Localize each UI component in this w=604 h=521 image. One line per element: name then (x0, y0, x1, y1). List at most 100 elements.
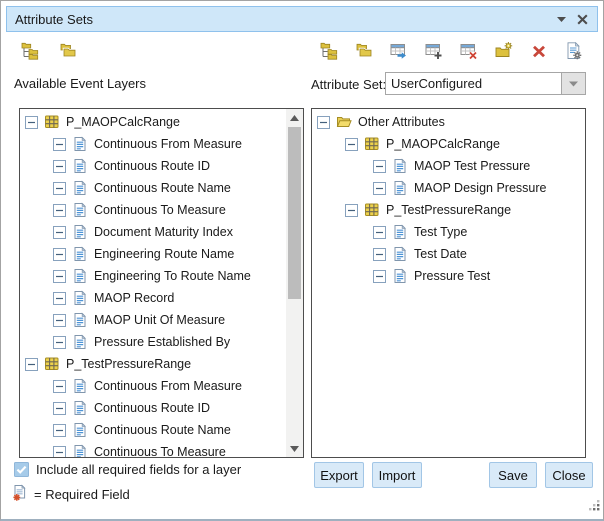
collapse-toggle-icon[interactable] (53, 402, 66, 415)
collapse-toggle-icon[interactable] (53, 446, 66, 459)
collapse-toggle-icon[interactable] (53, 226, 66, 239)
tree-item[interactable]: Pressure Test (312, 265, 585, 287)
event-layer-icon (44, 114, 60, 130)
combo-dropdown-icon[interactable] (561, 73, 585, 94)
export-button[interactable]: Export (314, 462, 364, 488)
layer-tree-button[interactable] (317, 41, 341, 65)
tree-item[interactable]: Other Attributes (312, 111, 585, 133)
table-add-icon (425, 42, 443, 65)
collapse-toggle-icon[interactable] (345, 204, 358, 217)
collapse-toggle-icon[interactable] (317, 116, 330, 129)
collapse-toggle-icon[interactable] (373, 160, 386, 173)
collapse-toggle-icon[interactable] (53, 204, 66, 217)
titlebar-controls (557, 14, 588, 25)
tree-item[interactable]: Continuous From Measure (20, 375, 303, 397)
close-icon[interactable] (577, 14, 588, 25)
left-panel-scrollbar[interactable] (286, 109, 303, 457)
available-layers-tree: P_MAOPCalcRangeContinuous From MeasureCo… (20, 109, 303, 458)
tree-item[interactable]: Continuous Route Name (20, 177, 303, 199)
titlebar[interactable]: Attribute Sets (6, 6, 598, 32)
field-icon (392, 224, 408, 240)
collapse-toggle-icon[interactable] (53, 138, 66, 151)
table-export-button[interactable] (387, 41, 411, 65)
layer-tree-button[interactable] (18, 41, 42, 65)
tree-item[interactable]: Pressure Established By (20, 331, 303, 353)
report-options-button[interactable] (562, 41, 586, 65)
tree-item[interactable]: Engineering To Route Name (20, 265, 303, 287)
tree-item-label: Engineering To Route Name (94, 269, 251, 283)
tree-item-label: Continuous From Measure (94, 137, 242, 151)
scroll-up-icon[interactable] (286, 110, 303, 125)
tree-item[interactable]: Continuous To Measure (20, 199, 303, 221)
tree-item[interactable]: Continuous To Measure (20, 441, 303, 458)
scrollbar-thumb[interactable] (288, 127, 301, 299)
table-add-button[interactable] (422, 41, 446, 65)
dock-menu-icon[interactable] (557, 17, 566, 22)
tree-item-label: Other Attributes (358, 115, 445, 129)
tree-item-label: P_MAOPCalcRange (386, 137, 500, 151)
resize-grip-icon[interactable] (588, 499, 601, 517)
collapse-toggle-icon[interactable] (53, 292, 66, 305)
tree-item[interactable]: MAOP Design Pressure (312, 177, 585, 199)
tree-item[interactable]: Test Type (312, 221, 585, 243)
tree-item[interactable]: MAOP Test Pressure (312, 155, 585, 177)
tree-item[interactable]: Continuous Route ID (20, 155, 303, 177)
folders-icon (59, 42, 77, 65)
tree-item-label: MAOP Test Pressure (414, 159, 530, 173)
collapse-toggle-icon[interactable] (53, 336, 66, 349)
attribute-set-combobox[interactable]: UserConfigured (385, 72, 586, 95)
field-icon (72, 334, 88, 350)
collapse-toggle-icon[interactable] (53, 314, 66, 327)
field-icon (392, 158, 408, 174)
tree-item[interactable]: Continuous Route Name (20, 419, 303, 441)
toolbar (14, 40, 586, 66)
tree-item-label: Pressure Test (414, 269, 490, 283)
tree-item[interactable]: P_MAOPCalcRange (312, 133, 585, 155)
collapse-toggle-icon[interactable] (373, 182, 386, 195)
delete-x-icon (530, 42, 548, 65)
collapse-toggle-icon[interactable] (53, 160, 66, 173)
field-icon (72, 312, 88, 328)
collapse-toggle-icon[interactable] (53, 380, 66, 393)
collapse-toggle-icon[interactable] (53, 424, 66, 437)
delete-button[interactable] (527, 41, 551, 65)
legend-label: = Required Field (34, 487, 130, 502)
tree-item-label: P_MAOPCalcRange (66, 115, 180, 129)
collapse-toggle-icon[interactable] (373, 248, 386, 261)
collapse-toggle-icon[interactable] (53, 270, 66, 283)
include-required-checkbox[interactable] (14, 462, 29, 477)
collapse-toggle-icon[interactable] (53, 248, 66, 261)
tree-item-label: MAOP Design Pressure (414, 181, 546, 195)
folders-button[interactable] (352, 41, 376, 65)
collapse-toggle-icon[interactable] (373, 226, 386, 239)
close-button[interactable]: Close (545, 462, 593, 488)
field-icon (72, 180, 88, 196)
tree-item[interactable]: MAOP Unit Of Measure (20, 309, 303, 331)
collapse-toggle-icon[interactable] (53, 182, 66, 195)
collapse-toggle-icon[interactable] (25, 358, 38, 371)
collapse-toggle-icon[interactable] (25, 116, 38, 129)
attribute-set-tree: Other Attributes P_MAOPCalcRange MAOP Test… (312, 109, 585, 287)
tree-item-label: MAOP Unit Of Measure (94, 313, 225, 327)
tree-item[interactable]: Document Maturity Index (20, 221, 303, 243)
scroll-down-icon[interactable] (286, 441, 303, 456)
tree-item-label: Test Type (414, 225, 467, 239)
save-button[interactable]: Save (489, 462, 537, 488)
tree-item[interactable]: P_TestPressureRange (312, 199, 585, 221)
tree-item[interactable]: Engineering Route Name (20, 243, 303, 265)
event-layer-icon (364, 202, 380, 218)
collapse-toggle-icon[interactable] (373, 270, 386, 283)
tree-item[interactable]: P_MAOPCalcRange (20, 111, 303, 133)
attribute-set-value: UserConfigured (386, 76, 561, 91)
tree-item[interactable]: Continuous Route ID (20, 397, 303, 419)
folders-button[interactable] (56, 41, 80, 65)
tree-item[interactable]: Continuous From Measure (20, 133, 303, 155)
import-button[interactable]: Import (372, 462, 422, 488)
new-folder-button[interactable] (492, 41, 516, 65)
event-layer-icon (364, 136, 380, 152)
collapse-toggle-icon[interactable] (345, 138, 358, 151)
tree-item[interactable]: P_TestPressureRange (20, 353, 303, 375)
table-remove-button[interactable] (457, 41, 481, 65)
tree-item[interactable]: MAOP Record (20, 287, 303, 309)
tree-item[interactable]: Test Date (312, 243, 585, 265)
